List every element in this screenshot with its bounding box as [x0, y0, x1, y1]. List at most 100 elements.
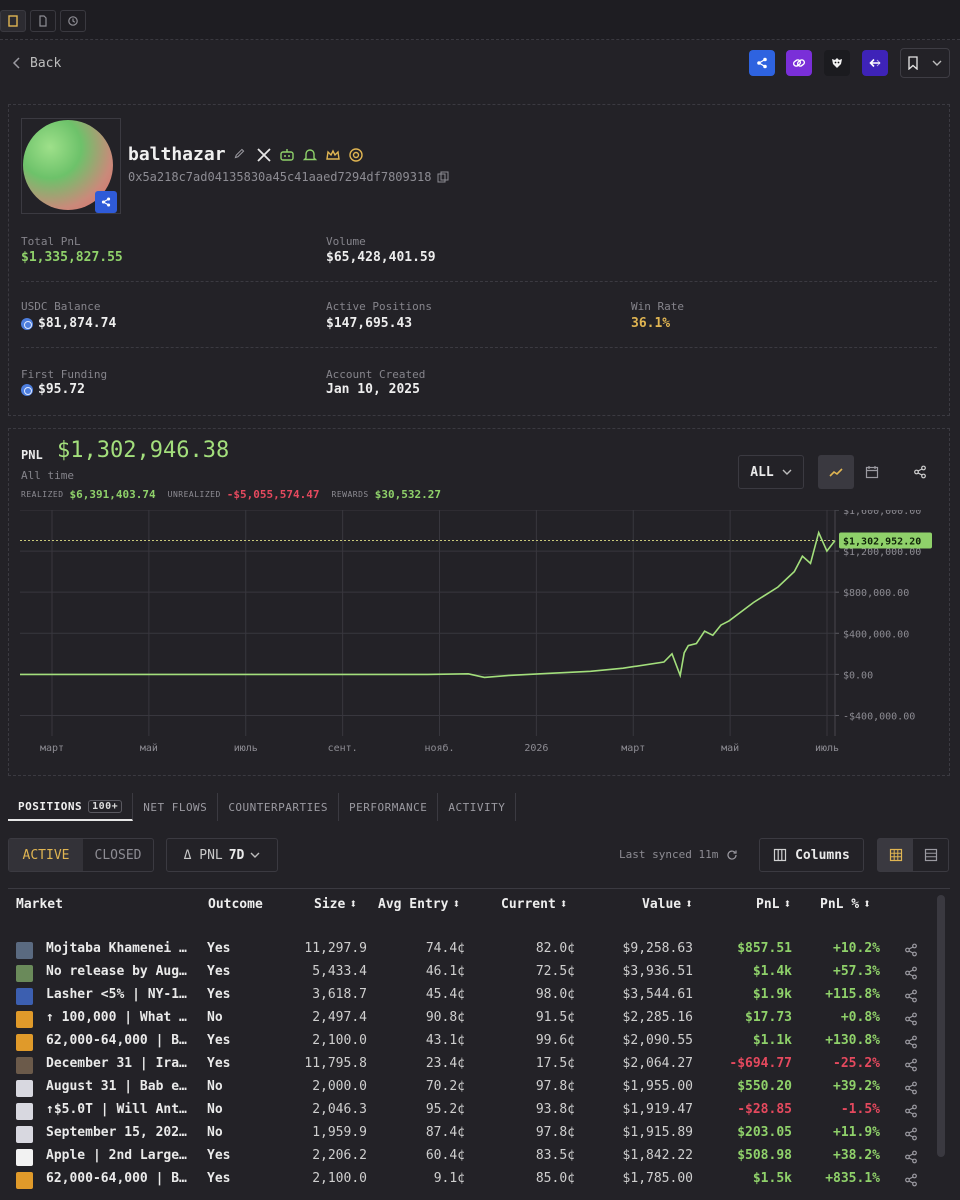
- divider: [21, 281, 937, 282]
- market-name: September 15, 202…: [46, 1125, 187, 1140]
- current-value-label: $1,302,952.20: [843, 537, 921, 548]
- x-tick-label: июль: [234, 743, 258, 754]
- table-row[interactable]: 62,000-64,000 | B… Yes 2,100.0 43.1¢ 99.6¢ $2…: [8, 1031, 938, 1054]
- table-header: Market Outcome Size ⬍ Avg Entry ⬍ Current ⬍ Valu…: [8, 897, 938, 920]
- market-icon: [16, 1034, 33, 1051]
- chevron-down-icon[interactable]: [925, 49, 949, 77]
- pnl-filter-prefix: Δ PNL: [183, 847, 223, 863]
- calendar-toggle[interactable]: [854, 455, 890, 489]
- time-range-value: ALL: [750, 464, 774, 480]
- share-icon[interactable]: [904, 1173, 918, 1187]
- column-header-pnl-[interactable]: PnL % ⬍: [820, 897, 871, 912]
- view-mode-toggle: [877, 838, 949, 872]
- share-icon[interactable]: [904, 1081, 918, 1095]
- table-row[interactable]: ↑ 100,000 | What … No 2,497.4 90.8¢ 91.5¢ $2,…: [8, 1008, 938, 1031]
- table-row[interactable]: Lasher <5% | NY-1… Yes 3,618.7 45.4¢ 98.0¢ $3…: [8, 985, 938, 1008]
- pnl-value: $1.9k: [752, 987, 792, 1002]
- current-price: 82.0¢: [535, 941, 575, 956]
- tab-net-flows[interactable]: NET FLOWS: [133, 793, 219, 821]
- list-view-icon[interactable]: [913, 839, 948, 871]
- back-button[interactable]: Back: [12, 52, 61, 74]
- copy-icon[interactable]: [437, 171, 449, 183]
- refresh-icon[interactable]: [726, 849, 738, 861]
- first-funding-value: $95.72: [38, 382, 85, 397]
- unrealized-value: -$5,055,574.47: [226, 488, 320, 501]
- pnl-period-select[interactable]: Δ PNL 7D: [166, 838, 278, 872]
- share-icon[interactable]: [904, 989, 918, 1003]
- sort-icon[interactable]: ⬍: [452, 897, 460, 912]
- column-header-current[interactable]: Current ⬍: [501, 897, 568, 912]
- share-icon[interactable]: [904, 1104, 918, 1118]
- table-scrollbar[interactable]: [937, 895, 945, 1157]
- column-header-outcome[interactable]: Outcome: [208, 897, 263, 912]
- position-value: $1,842.22: [622, 1148, 693, 1163]
- tab-counterparties[interactable]: COUNTERPARTIES: [218, 793, 340, 821]
- tab-positions[interactable]: POSITIONS 100+: [8, 793, 134, 821]
- document-icon[interactable]: [30, 10, 56, 32]
- x-twitter-icon[interactable]: [256, 147, 272, 163]
- share-icon[interactable]: [904, 1150, 918, 1164]
- sort-icon[interactable]: ⬍: [685, 897, 693, 912]
- share-button[interactable]: [902, 455, 938, 489]
- table-row[interactable]: No release by Aug… Yes 5,433.4 46.1¢ 72.5¢ $3…: [8, 962, 938, 985]
- table-row[interactable]: Mojtaba Khamenei … Yes 11,297.9 74.4¢ 82.0¢ $…: [8, 939, 938, 962]
- columns-button[interactable]: Columns: [759, 838, 864, 872]
- market-icon: [16, 1057, 33, 1074]
- link-button[interactable]: [786, 50, 812, 76]
- sort-icon[interactable]: ⬍: [863, 897, 871, 912]
- closed-toggle[interactable]: CLOSED: [83, 839, 153, 871]
- tab-performance[interactable]: PERFORMANCE: [339, 793, 439, 821]
- active-toggle[interactable]: ACTIVE: [9, 839, 83, 871]
- sort-icon[interactable]: ⬍: [560, 897, 568, 912]
- line-chart-toggle[interactable]: [818, 455, 854, 489]
- pnl-value: -$28.85: [737, 1102, 792, 1117]
- history-icon[interactable]: [60, 10, 86, 32]
- column-header-size[interactable]: Size ⬍: [314, 897, 357, 912]
- bookmark-dropdown[interactable]: [900, 48, 950, 78]
- sort-icon[interactable]: ⬍: [783, 897, 791, 912]
- share-icon[interactable]: [904, 1012, 918, 1026]
- market-name: 62,000-64,000 | B…: [46, 1033, 187, 1048]
- edit-icon[interactable]: [233, 147, 249, 163]
- column-header-value[interactable]: Value ⬍: [642, 897, 693, 912]
- arrow-app-button[interactable]: [862, 50, 888, 76]
- column-header-avg-entry[interactable]: Avg Entry ⬍: [378, 897, 460, 912]
- grid-view-icon[interactable]: [878, 839, 913, 871]
- network-link-button[interactable]: [749, 50, 775, 76]
- username: balthazar: [128, 144, 226, 165]
- table-row[interactable]: September 15, 202… No 1,959.9 87.4¢ 97.8¢ $1,…: [8, 1123, 938, 1146]
- pnl-percent: +0.8%: [840, 1010, 880, 1025]
- share-icon[interactable]: [904, 1035, 918, 1049]
- table-row[interactable]: ↑$5.0T | Will Ant… No 2,046.3 95.2¢ 93.8¢ $1,…: [8, 1100, 938, 1123]
- avg-entry: 74.4¢: [425, 941, 465, 956]
- position-value: $2,064.27: [622, 1056, 693, 1071]
- column-header-market[interactable]: Market: [16, 897, 63, 912]
- column-header-pnl[interactable]: PnL ⬍: [756, 897, 791, 912]
- table-row[interactable]: December 31 | Ira… Yes 11,795.8 23.4¢ 17.5¢ $…: [8, 1054, 938, 1077]
- book-icon[interactable]: [0, 10, 26, 32]
- tiger-app-button[interactable]: [824, 50, 850, 76]
- avg-entry: 95.2¢: [425, 1102, 465, 1117]
- tab-activity[interactable]: ACTIVITY: [438, 793, 517, 821]
- win-rate-value: 36.1%: [631, 316, 671, 331]
- table-row[interactable]: August 31 | Bab e… No 2,000.0 70.2¢ 97.8¢ $1,…: [8, 1077, 938, 1100]
- bookmark-icon[interactable]: [901, 49, 925, 77]
- share-icon[interactable]: [904, 943, 918, 957]
- sort-icon[interactable]: ⬍: [349, 897, 357, 912]
- rewards-value: $30,532.27: [374, 488, 441, 501]
- pnl-percent: +10.2%: [833, 941, 880, 956]
- position-value: $1,919.47: [622, 1102, 693, 1117]
- pnl-chart[interactable]: март май июль сент. нояб. 2026 март май июль $1,6…: [20, 510, 932, 766]
- table-row[interactable]: 62,000-64,000 | B… Yes 2,100.0 9.1¢ 85.0¢ $1,…: [8, 1169, 938, 1192]
- share-icon[interactable]: [904, 1058, 918, 1072]
- share-icon[interactable]: [904, 966, 918, 980]
- usdc-balance-value: $81,874.74: [38, 316, 117, 331]
- status-toggle: ACTIVE CLOSED: [8, 838, 154, 872]
- pnl-series-line[interactable]: [20, 530, 836, 679]
- realized-value: $6,391,403.74: [69, 488, 156, 501]
- table-row[interactable]: Apple | 2nd Large… Yes 2,206.2 60.4¢ 83.5¢ $1…: [8, 1146, 938, 1169]
- current-price: 85.0¢: [535, 1171, 575, 1186]
- pnl-value: $550.20: [737, 1079, 792, 1094]
- share-icon[interactable]: [904, 1127, 918, 1141]
- time-range-select[interactable]: ALL: [738, 455, 804, 489]
